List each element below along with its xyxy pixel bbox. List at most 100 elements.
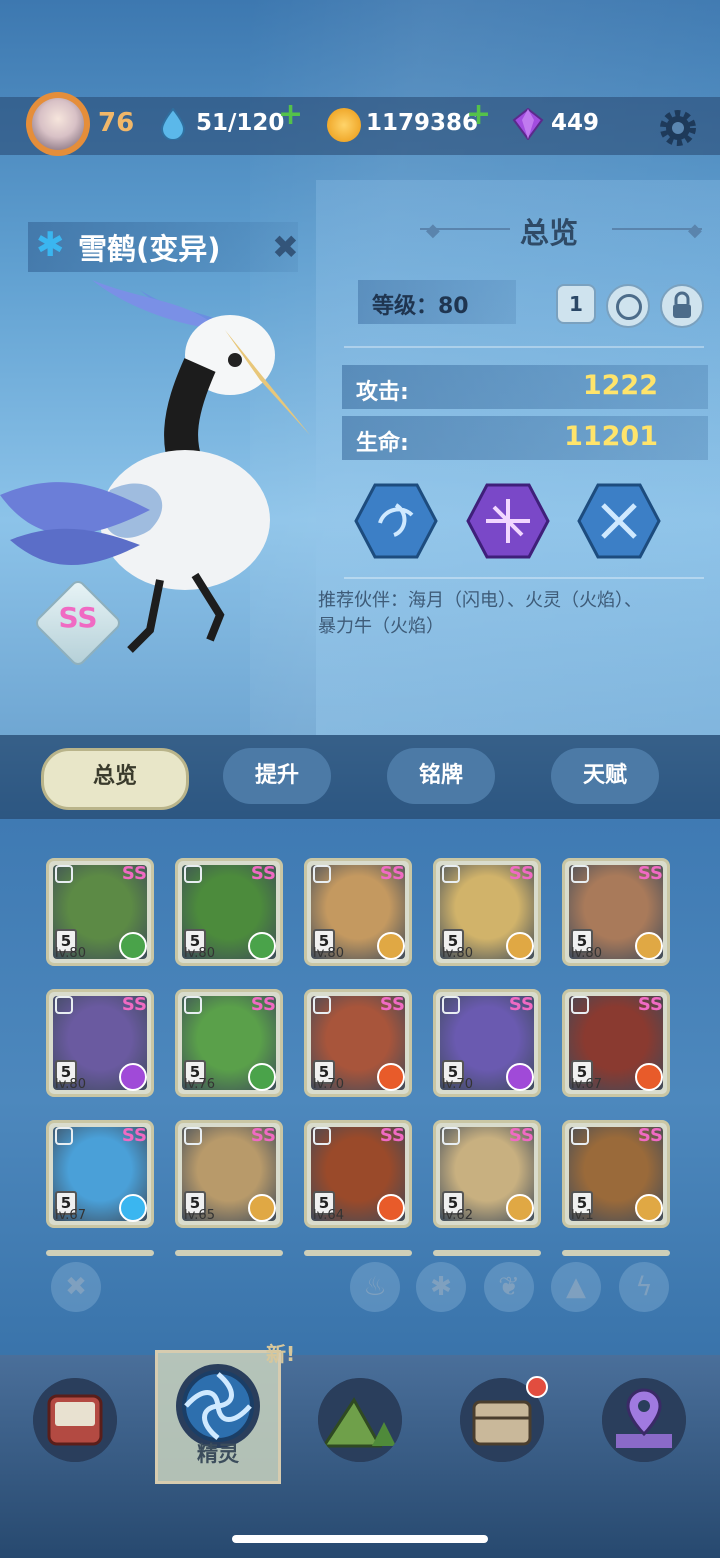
- tab-talent[interactable]: 天赋: [551, 748, 659, 804]
- filter-ice-icon[interactable]: ✱: [416, 1262, 466, 1312]
- lock-icon: [442, 996, 460, 1014]
- pet-level: lv.80: [55, 1077, 86, 1092]
- ornament-left-line: [420, 228, 510, 230]
- filter-grass-icon[interactable]: ❦: [484, 1262, 534, 1312]
- new-badge: 新!: [266, 1342, 296, 1366]
- pet-rarity: SS: [250, 994, 276, 1015]
- pet-card[interactable]: SS 5 lv.65: [175, 1120, 283, 1228]
- grass-element-icon: [248, 1063, 276, 1091]
- player-level: 76: [98, 108, 135, 138]
- lock-icon: [313, 1127, 331, 1145]
- circle-ring-icon[interactable]: [606, 284, 650, 328]
- filter-electric-icon[interactable]: ϟ: [619, 1262, 669, 1312]
- filter-clear-close-icon[interactable]: ✖: [51, 1262, 101, 1312]
- pet-level: lv.80: [55, 946, 86, 961]
- star-count-button[interactable]: 1: [556, 284, 596, 324]
- lock-icon: [442, 865, 460, 883]
- pet-card[interactable]: SS 5 lv.80: [304, 858, 412, 966]
- skill-wind-icon[interactable]: [354, 483, 438, 559]
- tab-upgrade[interactable]: 提升: [223, 748, 331, 804]
- skill-star-icon[interactable]: [577, 483, 661, 559]
- card-edge: [433, 1250, 541, 1256]
- rock-element-icon: [506, 932, 534, 960]
- pet-rarity: SS: [379, 994, 405, 1015]
- divider: [344, 346, 704, 348]
- energy-drop-icon: [160, 108, 186, 140]
- skill-cross-icon[interactable]: [466, 483, 550, 559]
- pet-card[interactable]: SS 5 lv.70: [304, 989, 412, 1097]
- pet-card[interactable]: SS 5 lv.67: [46, 1120, 154, 1228]
- home-indicator[interactable]: [232, 1535, 488, 1543]
- pet-icon[interactable]: [176, 1364, 260, 1448]
- lock-icon[interactable]: [660, 284, 704, 328]
- pet-card[interactable]: SS 5 lv.80: [175, 858, 283, 966]
- pet-level: lv.70: [313, 1077, 344, 1092]
- ornament-left-icon: ◆: [426, 220, 440, 241]
- pet-level: lv.62: [442, 1208, 473, 1223]
- recommended-partners: 推荐伙伴：海月（闪电）、火灵（火焰）、暴力牛（火焰）: [318, 590, 642, 637]
- pet-rarity: SS: [508, 1125, 534, 1146]
- pet-card[interactable]: SS 5 lv.80: [433, 858, 541, 966]
- lock-icon: [55, 1127, 73, 1145]
- fire-element-icon: [635, 1063, 663, 1091]
- pet-level: lv.70: [442, 1077, 473, 1092]
- pet-card[interactable]: SS 5 lv.70: [433, 989, 541, 1097]
- notification-dot: [526, 1376, 548, 1398]
- pet-card[interactable]: SS 5 lv.80: [46, 858, 154, 966]
- hp-value: 11201: [564, 421, 658, 452]
- divider: [344, 577, 704, 579]
- attack-label: 攻击:: [356, 380, 409, 405]
- player-avatar[interactable]: [26, 92, 90, 156]
- lock-icon: [184, 1127, 202, 1145]
- rock-element-icon: [506, 1194, 534, 1222]
- map-pin-icon[interactable]: [602, 1378, 686, 1462]
- pet-level: lv.1: [571, 1208, 594, 1223]
- lock-icon: [571, 1127, 589, 1145]
- fire-element-icon: [377, 1063, 405, 1091]
- filter-rock-icon[interactable]: ▲: [551, 1262, 601, 1312]
- tab-nameplate[interactable]: 铭牌: [387, 748, 495, 804]
- pet-card[interactable]: SS 5 lv.76: [175, 989, 283, 1097]
- mountain-icon[interactable]: [318, 1378, 402, 1462]
- pet-card[interactable]: SS 5 lv.80: [46, 989, 154, 1097]
- pet-card[interactable]: SS 5 lv.67: [562, 989, 670, 1097]
- settings-gear-icon[interactable]: [656, 106, 700, 150]
- pet-rarity: SS: [250, 863, 276, 884]
- pet-name: 雪鹤(变异): [78, 232, 221, 266]
- add-coin-button[interactable]: +: [466, 100, 491, 130]
- pet-card[interactable]: SS 5 lv.1: [562, 1120, 670, 1228]
- pet-rarity: SS: [379, 863, 405, 884]
- rock-element-icon: [248, 1194, 276, 1222]
- nav-label-pets: 精灵: [197, 1442, 239, 1466]
- electric-element-icon: [119, 1063, 147, 1091]
- book-icon[interactable]: [33, 1378, 117, 1462]
- lock-icon: [442, 1127, 460, 1145]
- ornament-right-icon: ◆: [688, 220, 702, 241]
- lock-icon: [55, 996, 73, 1014]
- pet-rarity: SS: [121, 863, 147, 884]
- filter-fire-icon[interactable]: ♨: [350, 1262, 400, 1312]
- lock-icon: [55, 865, 73, 883]
- close-icon[interactable]: ✖: [272, 228, 299, 266]
- gem-icon: [512, 108, 544, 140]
- attack-value: 1222: [582, 370, 658, 401]
- tab-overview[interactable]: 总览: [41, 748, 189, 810]
- rock-element-icon: [377, 932, 405, 960]
- avatar-portrait: [32, 98, 84, 150]
- card-edge: [304, 1250, 412, 1256]
- pet-rarity: SS: [379, 1125, 405, 1146]
- pet-level: lv.64: [313, 1208, 344, 1223]
- add-energy-button[interactable]: +: [278, 100, 303, 130]
- pet-level: lv.65: [184, 1208, 215, 1223]
- pet-rarity: SS: [508, 994, 534, 1015]
- pet-rarity: SS: [58, 601, 98, 634]
- overview-title: 总览: [520, 216, 579, 250]
- rock-element-icon: [635, 1194, 663, 1222]
- fire-element-icon: [377, 1194, 405, 1222]
- snowflake-icon: ✱: [36, 225, 65, 265]
- pet-card[interactable]: SS 5 lv.64: [304, 1120, 412, 1228]
- lock-icon: [571, 996, 589, 1014]
- pet-card[interactable]: SS 5 lv.62: [433, 1120, 541, 1228]
- gem-value: 449: [551, 110, 600, 136]
- pet-card[interactable]: SS 5 lv.80: [562, 858, 670, 966]
